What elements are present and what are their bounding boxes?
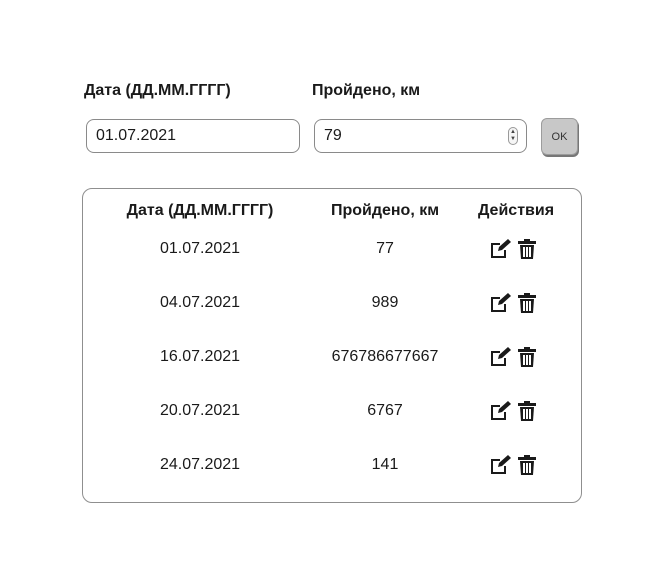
edit-icon[interactable] <box>490 346 512 368</box>
edit-icon[interactable] <box>490 292 512 314</box>
row-distance: 6767 <box>367 402 403 419</box>
trash-icon[interactable] <box>516 454 538 476</box>
table-row: 01.07.2021 77 <box>82 237 582 261</box>
number-spinner[interactable]: ▲ ▼ <box>508 127 518 145</box>
table-row: 20.07.2021 6767 <box>82 399 582 423</box>
date-field-label: Дата (ДД.ММ.ГГГГ) <box>84 82 231 99</box>
spinner-up-icon[interactable]: ▲ <box>510 129 516 136</box>
row-actions <box>490 292 538 314</box>
row-date: 01.07.2021 <box>159 240 241 257</box>
table-row: 16.07.2021 676786677667 <box>82 345 582 369</box>
row-date: 16.07.2021 <box>159 348 241 365</box>
column-header-distance: Пройдено, км <box>330 202 440 219</box>
edit-icon[interactable] <box>490 400 512 422</box>
ok-button[interactable]: OK <box>541 118 578 155</box>
distance-input[interactable] <box>314 119 527 153</box>
row-distance: 989 <box>371 294 399 311</box>
table-row: 24.07.2021 141 <box>82 453 582 477</box>
row-distance: 141 <box>371 456 399 473</box>
row-date: 04.07.2021 <box>159 294 241 311</box>
row-actions <box>490 238 538 260</box>
edit-icon[interactable] <box>490 238 512 260</box>
edit-icon[interactable] <box>490 454 512 476</box>
trash-icon[interactable] <box>516 292 538 314</box>
date-input[interactable] <box>86 119 300 153</box>
row-actions <box>490 346 538 368</box>
trash-icon[interactable] <box>516 346 538 368</box>
table-row: 04.07.2021 989 <box>82 291 582 315</box>
row-actions <box>490 454 538 476</box>
distance-input-wrapper: ▲ ▼ <box>314 119 527 153</box>
row-distance: 77 <box>376 240 394 257</box>
trash-icon[interactable] <box>516 238 538 260</box>
column-header-actions: Действия <box>477 202 555 219</box>
row-date: 24.07.2021 <box>159 456 241 473</box>
row-date: 20.07.2021 <box>159 402 241 419</box>
row-distance: 676786677667 <box>331 348 439 365</box>
trash-icon[interactable] <box>516 400 538 422</box>
column-header-date: Дата (ДД.ММ.ГГГГ) <box>126 202 274 219</box>
spinner-down-icon[interactable]: ▼ <box>510 136 516 143</box>
distance-field-label: Пройдено, км <box>312 82 421 99</box>
row-actions <box>490 400 538 422</box>
